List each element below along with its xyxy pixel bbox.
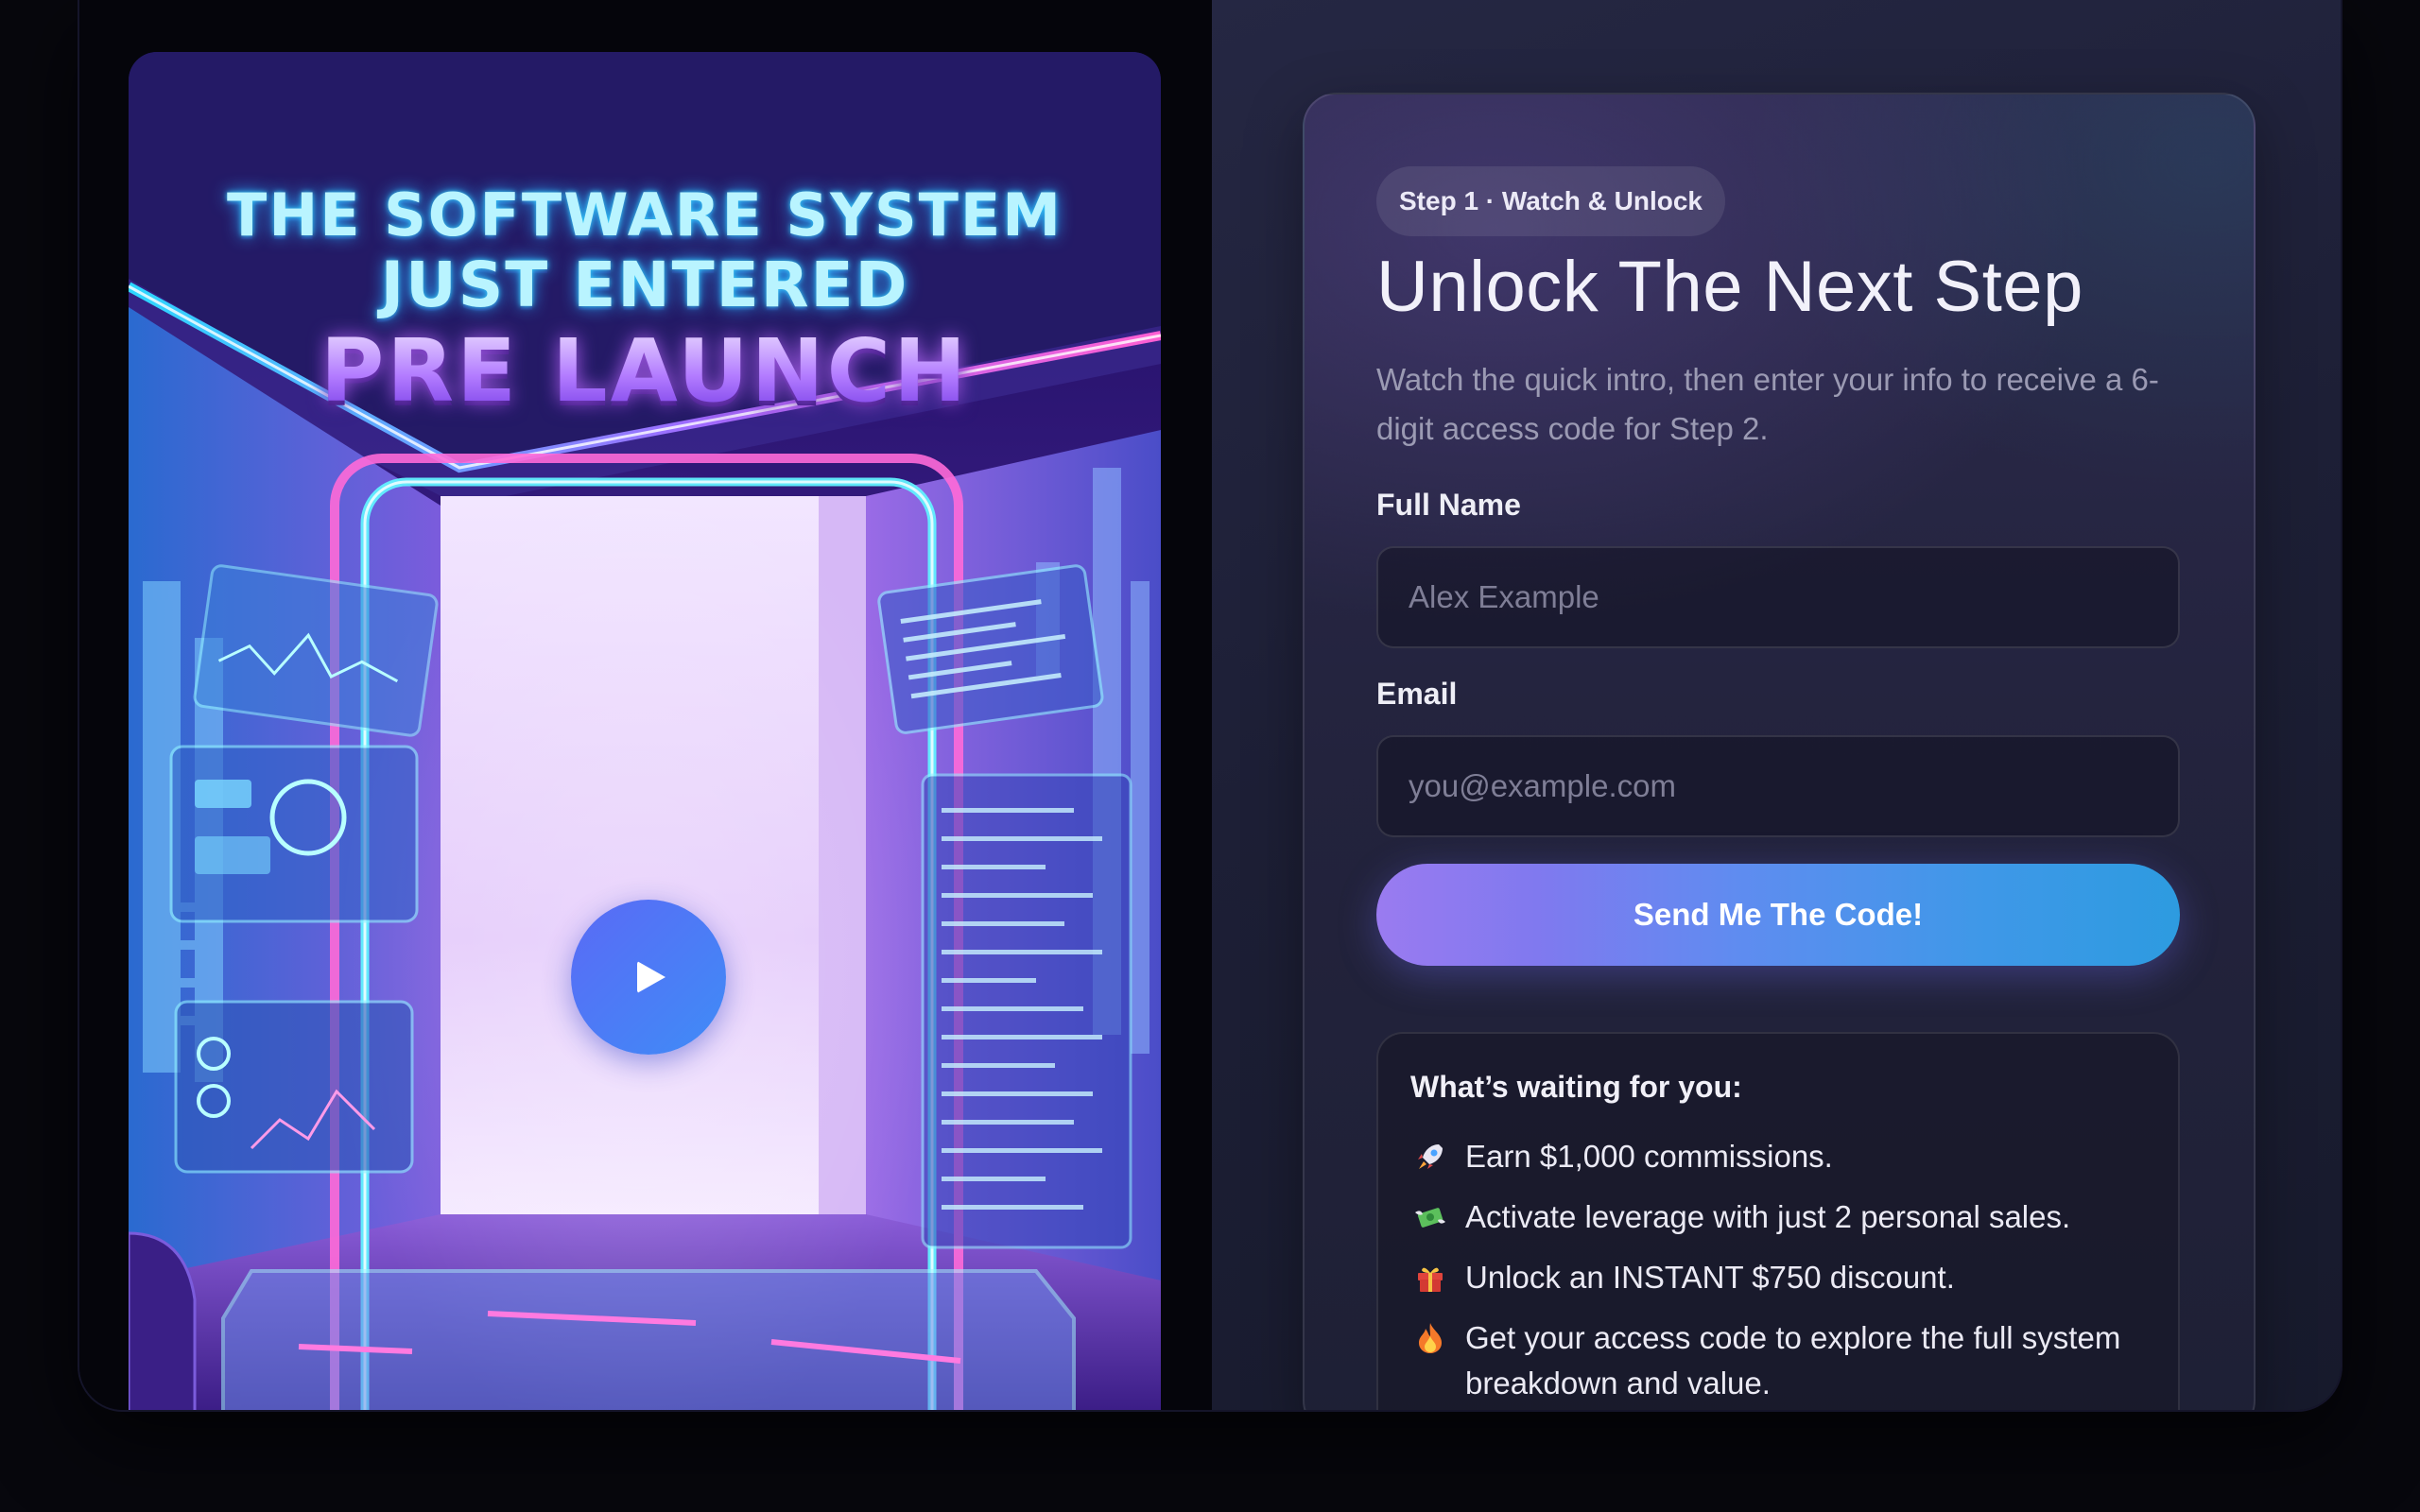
benefit-text: Earn $1,000 commissions.	[1465, 1139, 1833, 1174]
gift-icon	[1410, 1255, 1450, 1300]
benefit-text: Unlock an INSTANT $750 discount.	[1465, 1260, 1955, 1295]
benefits-title: What’s waiting for you:	[1410, 1070, 1742, 1104]
video-poster[interactable]: THE SOFTWARE SYSTEM JUST ENTERED PRE LAU…	[129, 52, 1161, 1410]
poster-headline: THE SOFTWARE SYSTEM JUST ENTERED PRE LAU…	[129, 186, 1161, 415]
rocket-icon	[1410, 1134, 1450, 1179]
full-name-input[interactable]	[1376, 546, 2180, 648]
step-badge: Step 1 · Watch & Unlock	[1376, 166, 1726, 236]
form-pane: Step 1 · Watch & Unlock Unlock The Next …	[1212, 0, 2341, 1410]
benefit-text: Get your access code to explore the full…	[1465, 1320, 2121, 1400]
headline-line-3: PRE LAUNCH	[129, 328, 1161, 415]
card-subtitle: Watch the quick intro, then enter your i…	[1376, 362, 2159, 446]
video-play-button[interactable]	[571, 900, 726, 1055]
benefit-item: Get your access code to explore the full…	[1410, 1315, 2157, 1406]
video-pane: THE SOFTWARE SYSTEM JUST ENTERED PRE LAU…	[79, 0, 1212, 1410]
email-label: Email	[1376, 677, 1458, 711]
benefit-item: Activate leverage with just 2 personal s…	[1410, 1194, 2157, 1240]
benefit-item: Unlock an INSTANT $750 discount.	[1410, 1255, 2157, 1300]
app-frame: THE SOFTWARE SYSTEM JUST ENTERED PRE LAU…	[78, 0, 2342, 1412]
benefit-text: Activate leverage with just 2 personal s…	[1465, 1199, 2071, 1234]
send-code-button[interactable]: Send Me The Code!	[1376, 864, 2180, 966]
benefits-list: Earn $1,000 commissions. Activate levera…	[1410, 1134, 2157, 1410]
full-name-label: Full Name	[1376, 488, 1521, 522]
unlock-card: Step 1 · Watch & Unlock Unlock The Next …	[1303, 93, 2256, 1410]
money-wings-icon	[1410, 1194, 1450, 1240]
fire-icon	[1410, 1315, 1450, 1361]
headline-line-2: JUST ENTERED	[380, 249, 909, 321]
headline-line-1: THE SOFTWARE SYSTEM	[227, 180, 1063, 249]
email-input[interactable]	[1376, 735, 2180, 837]
play-icon	[637, 961, 666, 993]
benefit-item: Earn $1,000 commissions.	[1410, 1134, 2157, 1179]
card-title: Unlock The Next Step	[1376, 247, 2083, 327]
benefits-box: What’s waiting for you: Earn $1,000 comm…	[1376, 1032, 2180, 1410]
